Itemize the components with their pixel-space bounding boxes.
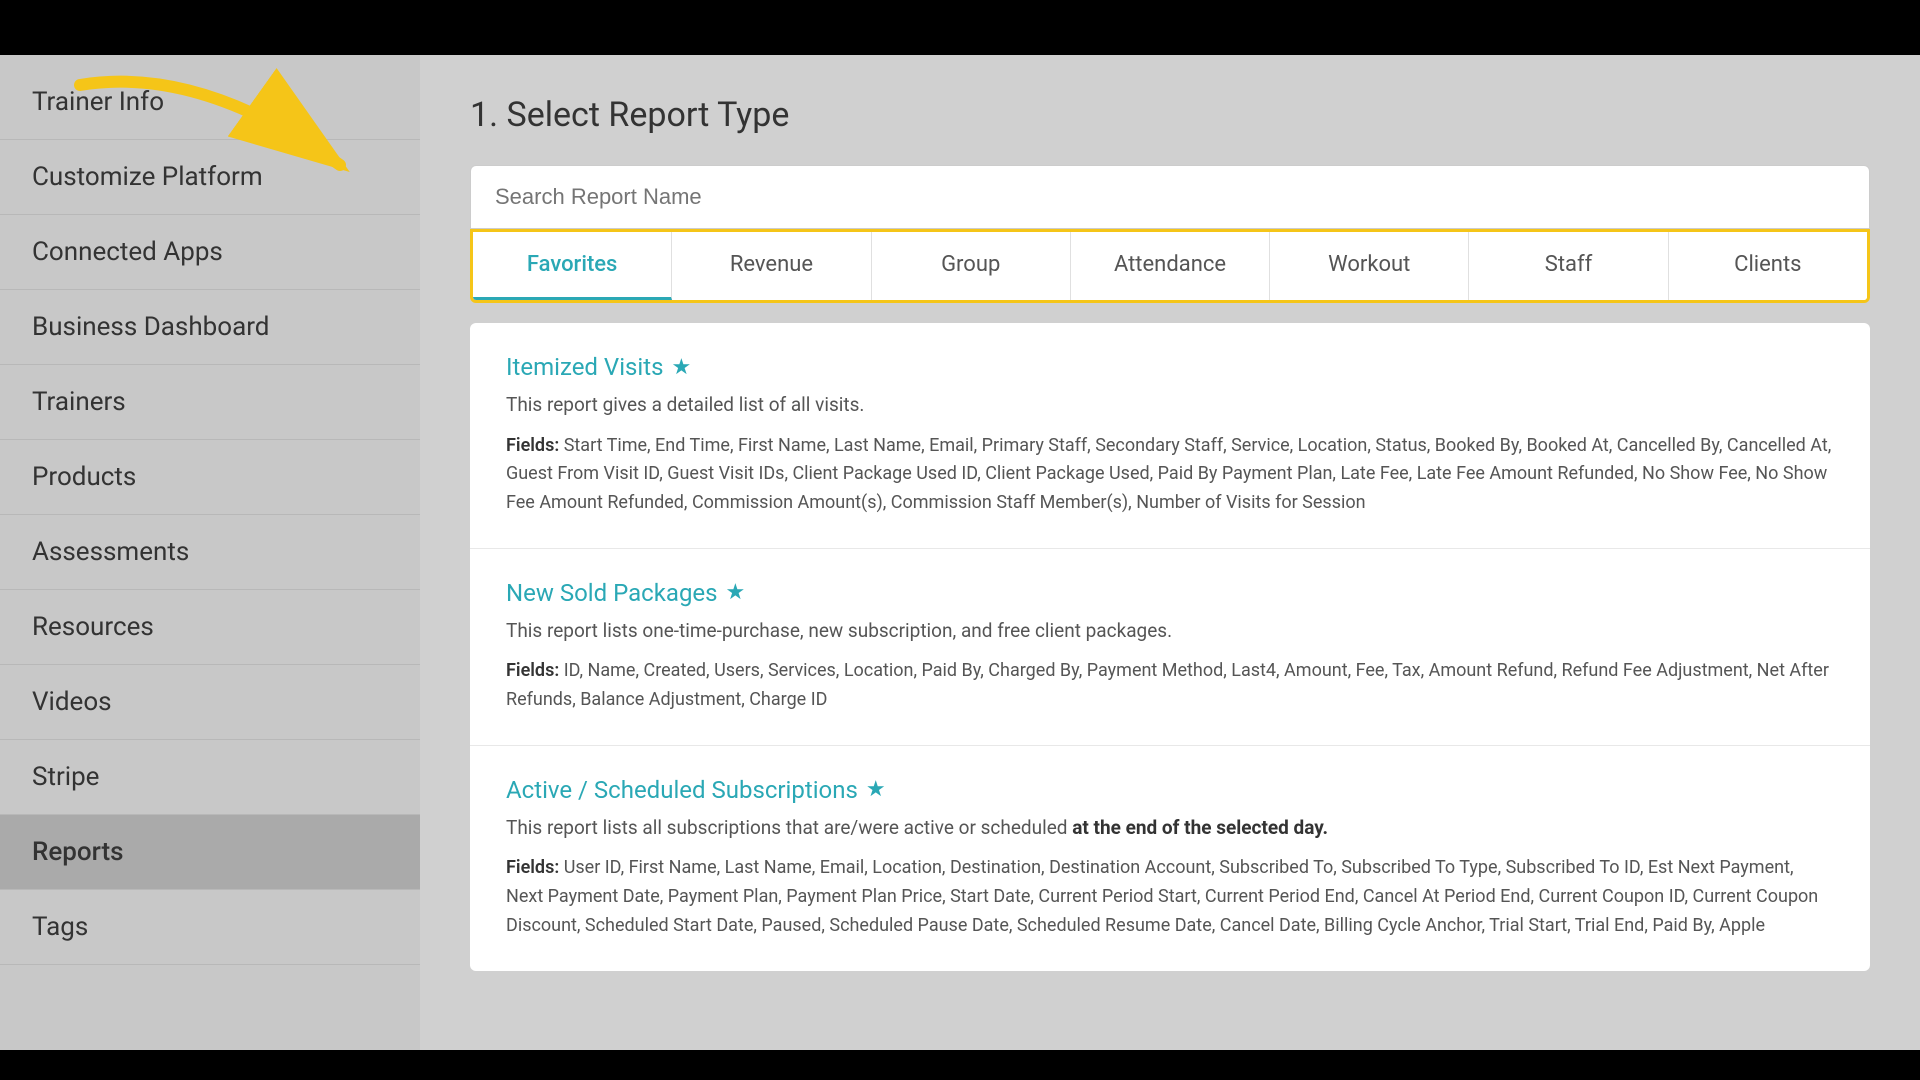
report-description-new-sold-packages: This report lists one-time-purchase, new… [506,617,1834,646]
top-bar [0,0,1920,55]
sidebar-item-products[interactable]: Products [0,440,420,515]
tab-favorites[interactable]: Favorites [473,232,672,300]
report-card-itemized-visits: Itemized Visits ★ This report gives a det… [470,323,1870,549]
tab-staff[interactable]: Staff [1469,232,1668,300]
page-title: 1. Select Report Type [470,95,1870,135]
star-icon-itemized-visits: ★ [672,355,692,380]
report-fields-itemized-visits: Fields: Start Time, End Time, First Name… [506,432,1834,518]
report-fields-active-scheduled-subscriptions: Fields: User ID, First Name, Last Name, … [506,854,1834,940]
star-icon-new-sold-packages: ★ [726,580,746,605]
report-title-new-sold-packages[interactable]: New Sold Packages ★ [506,579,1834,607]
reports-area: Itemized Visits ★ This report gives a det… [470,323,1870,971]
star-icon-active-scheduled-subscriptions: ★ [866,777,886,802]
bottom-bar [0,1050,1920,1080]
sidebar-item-customize-platform[interactable]: Customize Platform [0,140,420,215]
sidebar: Trainer InfoCustomize PlatformConnected … [0,55,420,1050]
report-fields-new-sold-packages: Fields: ID, Name, Created, Users, Servic… [506,657,1834,715]
tabs-container: FavoritesRevenueGroupAttendanceWorkoutSt… [470,229,1870,303]
sidebar-item-videos[interactable]: Videos [0,665,420,740]
sidebar-item-business-dashboard[interactable]: Business Dashboard [0,290,420,365]
report-description-itemized-visits: This report gives a detailed list of all… [506,391,1834,420]
sidebar-item-resources[interactable]: Resources [0,590,420,665]
sidebar-item-tags[interactable]: Tags [0,890,420,965]
tab-clients[interactable]: Clients [1669,232,1867,300]
sidebar-item-connected-apps[interactable]: Connected Apps [0,215,420,290]
sidebar-item-trainers[interactable]: Trainers [0,365,420,440]
report-card-active-scheduled-subscriptions: Active / Scheduled Subscriptions ★ This r… [470,746,1870,971]
sidebar-item-assessments[interactable]: Assessments [0,515,420,590]
tab-attendance[interactable]: Attendance [1071,232,1270,300]
tab-revenue[interactable]: Revenue [672,232,871,300]
report-title-active-scheduled-subscriptions[interactable]: Active / Scheduled Subscriptions ★ [506,776,1834,804]
search-input[interactable] [470,165,1870,229]
tab-group[interactable]: Group [872,232,1071,300]
sidebar-item-stripe[interactable]: Stripe [0,740,420,815]
report-card-new-sold-packages: New Sold Packages ★ This report lists one… [470,549,1870,746]
sidebar-item-reports[interactable]: Reports [0,815,420,890]
main-content: 1. Select Report Type FavoritesRevenueGr… [420,55,1920,1050]
sidebar-item-trainer-info[interactable]: Trainer Info [0,65,420,140]
tab-workout[interactable]: Workout [1270,232,1469,300]
report-title-itemized-visits[interactable]: Itemized Visits ★ [506,353,1834,381]
report-description-active-scheduled-subscriptions: This report lists all subscriptions that… [506,814,1834,843]
